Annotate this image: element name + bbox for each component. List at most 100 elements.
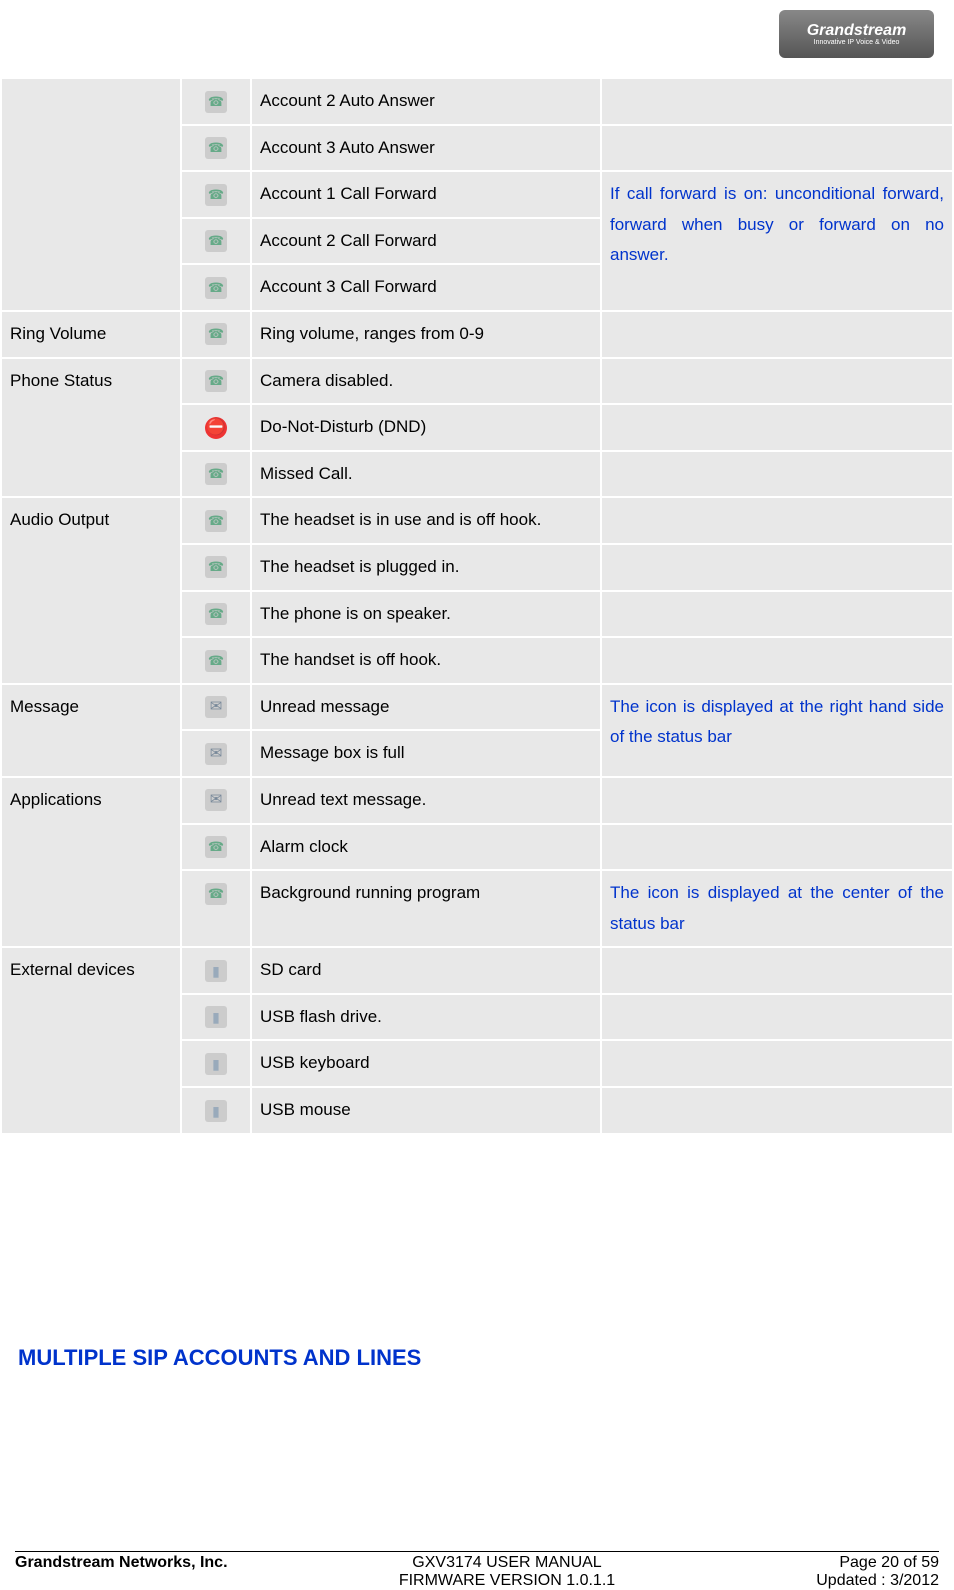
table-row: External devicesSD card [1, 947, 953, 994]
speaker-icon [205, 603, 227, 625]
description-cell: Unread message [251, 684, 601, 731]
category-cell: Message [1, 684, 181, 777]
icon-cell [181, 544, 251, 591]
description-cell: Account 3 Auto Answer [251, 125, 601, 172]
logo-tagline: Innovative IP Voice & Video [814, 39, 900, 46]
icon-cell [181, 637, 251, 684]
unread-text-icon [205, 789, 227, 811]
sd-card-icon [205, 960, 227, 982]
icon-cell [181, 1040, 251, 1087]
footer-company: Grandstream Networks, Inc. [15, 1554, 275, 1590]
footer-title: GXV3174 USER MANUAL [275, 1554, 739, 1572]
note-cell: If call forward is on: unconditional for… [601, 171, 953, 311]
logo-text: Grandstream [807, 23, 907, 39]
message-full-icon [205, 743, 227, 765]
table-row: ApplicationsUnread text message. [1, 777, 953, 824]
icon-cell [181, 994, 251, 1041]
note-cell [601, 311, 953, 358]
note-cell: The icon is displayed at the center of t… [601, 870, 953, 947]
background-app-icon [205, 883, 227, 905]
footer-page: Page 20 of 59 [739, 1554, 939, 1572]
description-cell: The headset is in use and is off hook. [251, 497, 601, 544]
description-cell: Camera disabled. [251, 358, 601, 405]
description-cell: Account 1 Call Forward [251, 171, 601, 218]
alarm-clock-icon [205, 836, 227, 858]
icon-cell [181, 311, 251, 358]
description-cell: The phone is on speaker. [251, 591, 601, 638]
camera-disabled-icon [205, 370, 227, 392]
icon-cell [181, 451, 251, 498]
description-cell: Background running program [251, 870, 601, 947]
status-icons-table: Account 2 Auto AnswerAccount 3 Auto Answ… [0, 77, 954, 1135]
note-cell [601, 497, 953, 544]
icon-cell [181, 730, 251, 777]
phone-2-call-forward-icon [205, 230, 227, 252]
note-cell [601, 824, 953, 871]
note-cell [601, 451, 953, 498]
icon-cell [181, 358, 251, 405]
section-heading: MULTIPLE SIP ACCOUNTS AND LINES [18, 1345, 954, 1371]
icon-cell [181, 264, 251, 311]
icon-cell [181, 591, 251, 638]
icon-cell [181, 78, 251, 125]
handset-offhook-icon [205, 650, 227, 672]
icon-cell [181, 684, 251, 731]
note-cell [601, 1040, 953, 1087]
table-row: MessageUnread messageThe icon is display… [1, 684, 953, 731]
description-cell: The headset is plugged in. [251, 544, 601, 591]
description-cell: Do-Not-Disturb (DND) [251, 404, 601, 451]
category-cell: Ring Volume [1, 311, 181, 358]
missed-call-icon [205, 463, 227, 485]
note-cell [601, 777, 953, 824]
description-cell: SD card [251, 947, 601, 994]
headset-offhook-icon [205, 510, 227, 532]
category-cell: Audio Output [1, 497, 181, 683]
table-row: Ring Volume Ring volume, ranges from 0-9 [1, 311, 953, 358]
description-cell: Alarm clock [251, 824, 601, 871]
table-row: Audio OutputThe headset is in use and is… [1, 497, 953, 544]
brand-logo: Grandstream Innovative IP Voice & Video [779, 10, 934, 58]
note-cell [601, 947, 953, 994]
phone-1-call-forward-icon [205, 184, 227, 206]
dnd-icon [205, 417, 227, 439]
description-cell: Ring volume, ranges from 0-9 [251, 311, 601, 358]
footer-firmware: FIRMWARE VERSION 1.0.1.1 [275, 1572, 739, 1590]
description-cell: USB mouse [251, 1087, 601, 1134]
phone-3-call-forward-icon [205, 277, 227, 299]
icon-cell [181, 1087, 251, 1134]
note-cell [601, 994, 953, 1041]
description-cell: Account 2 Call Forward [251, 218, 601, 265]
note-cell [601, 591, 953, 638]
note-cell [601, 125, 953, 172]
usb-keyboard-icon [205, 1053, 227, 1075]
usb-drive-icon [205, 1006, 227, 1028]
note-cell: The icon is displayed at the right hand … [601, 684, 953, 777]
description-cell: Account 2 Auto Answer [251, 78, 601, 125]
ring-volume-icon [205, 323, 227, 345]
page-footer: Grandstream Networks, Inc. GXV3174 USER … [15, 1551, 939, 1590]
note-cell [601, 544, 953, 591]
icon-cell [181, 497, 251, 544]
description-cell: USB keyboard [251, 1040, 601, 1087]
description-cell: Missed Call. [251, 451, 601, 498]
description-cell: Unread text message. [251, 777, 601, 824]
table-row: Account 2 Auto Answer [1, 78, 953, 125]
description-cell: Account 3 Call Forward [251, 264, 601, 311]
note-cell [601, 78, 953, 125]
headset-plugged-icon [205, 556, 227, 578]
description-cell: USB flash drive. [251, 994, 601, 1041]
icon-cell [181, 404, 251, 451]
category-cell: Phone Status [1, 358, 181, 498]
usb-mouse-icon [205, 1100, 227, 1122]
phone-3-auto-answer-icon [205, 137, 227, 159]
unread-message-icon [205, 696, 227, 718]
icon-cell [181, 171, 251, 218]
category-cell: External devices [1, 947, 181, 1133]
category-cell [1, 78, 181, 311]
icon-cell [181, 218, 251, 265]
icon-cell [181, 125, 251, 172]
icon-cell [181, 870, 251, 947]
note-cell [601, 358, 953, 405]
footer-updated: Updated : 3/2012 [739, 1572, 939, 1590]
note-cell [601, 1087, 953, 1134]
